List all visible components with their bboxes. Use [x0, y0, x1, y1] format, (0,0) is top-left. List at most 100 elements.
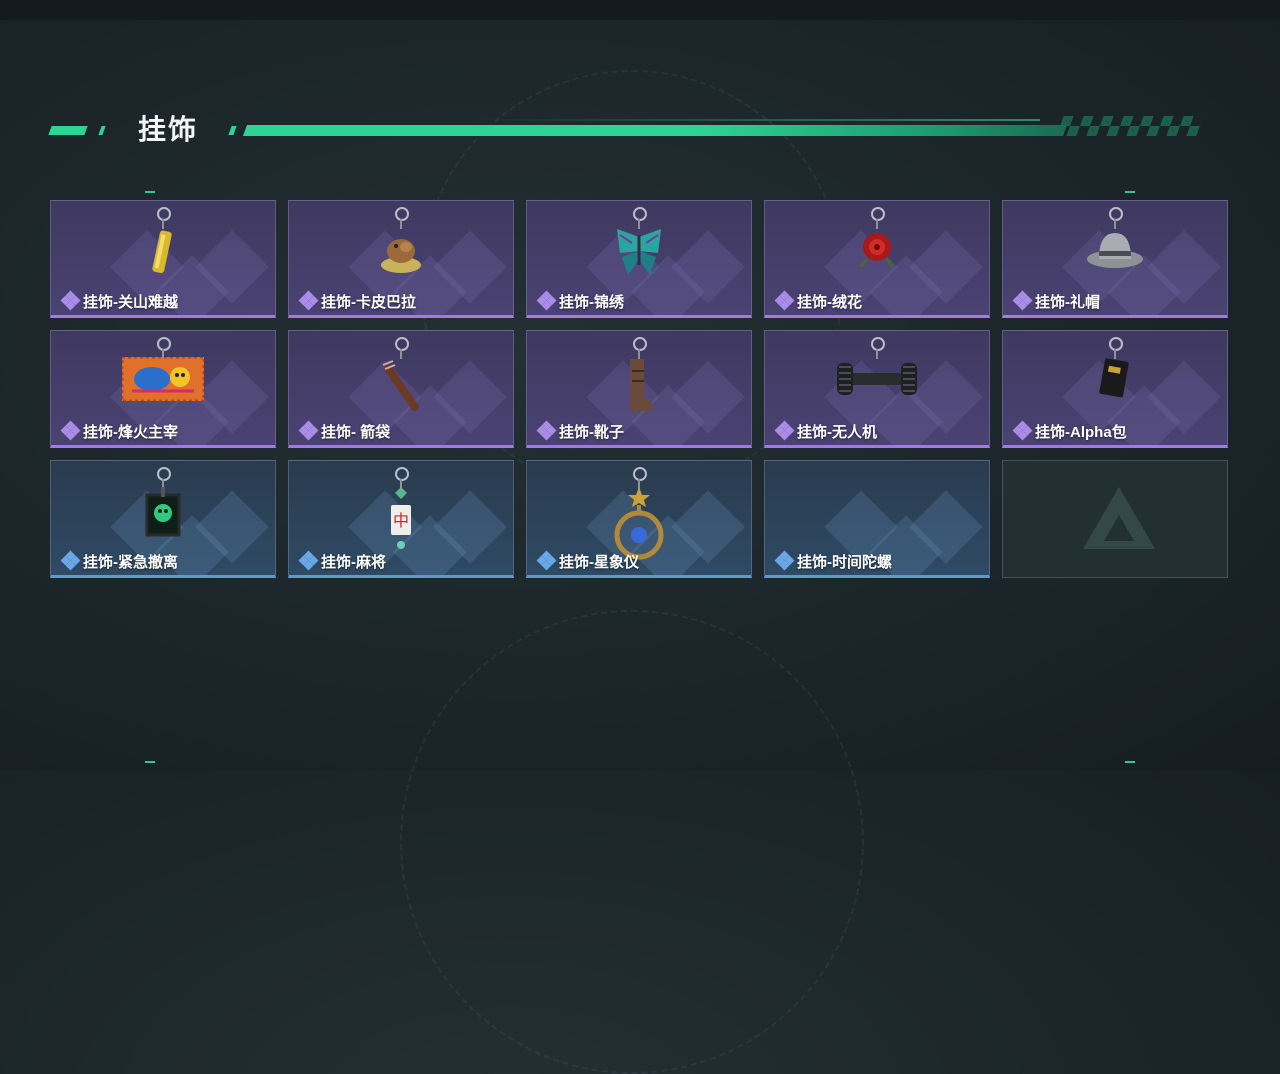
charm-card[interactable]: 挂饰- 箭袋 — [288, 330, 514, 448]
rarity-diamond-icon — [774, 290, 795, 311]
charm-card[interactable]: 中挂饰-麻将 — [288, 460, 514, 578]
charm-card[interactable]: 挂饰-无人机 — [764, 330, 990, 448]
charm-name: 挂饰- 箭袋 — [321, 423, 391, 441]
rarity-diamond-icon — [298, 550, 319, 571]
card-label: 挂饰-绒花 — [774, 290, 862, 311]
corner-mark-bottom-left — [145, 761, 155, 763]
charm-name: 挂饰-Alpha包 — [1035, 423, 1127, 441]
charm-name: 挂饰-时间陀螺 — [797, 553, 892, 571]
card-label: 挂饰-靴子 — [536, 420, 624, 441]
rarity-diamond-icon — [774, 550, 795, 571]
boot-charm-icon — [594, 337, 684, 423]
card-label: 挂饰-关山难越 — [60, 290, 178, 311]
charm-ring — [157, 337, 171, 351]
section-header: 挂饰 — [48, 108, 1210, 148]
alpha-pack-charm-icon — [1070, 337, 1160, 423]
graffiti-banner-charm-icon — [118, 337, 208, 423]
header-accent-tick — [98, 126, 106, 135]
rarity-diamond-icon — [536, 550, 557, 571]
charm-object — [143, 487, 183, 542]
charm-card[interactable]: 挂饰-卡皮巴拉 — [288, 200, 514, 318]
charm-object — [835, 357, 919, 406]
charm-card[interactable]: 挂饰-紧急撤离 — [50, 460, 276, 578]
butterfly-charm-icon — [594, 207, 684, 293]
charm-ring — [157, 207, 171, 221]
charm-name: 挂饰-星象仪 — [559, 553, 639, 571]
rarity-diamond-icon — [774, 420, 795, 441]
drone-charm-icon — [832, 337, 922, 423]
charm-name: 挂饰-礼帽 — [1035, 293, 1100, 311]
svg-text:中: 中 — [393, 511, 409, 530]
corner-mark-top-left — [145, 191, 155, 193]
card-label: 挂饰-Alpha包 — [1012, 420, 1127, 441]
card-label: 挂饰- 箭袋 — [298, 420, 391, 441]
charm-object — [624, 357, 654, 418]
header-thin-line — [470, 119, 1040, 121]
charm-ring — [1109, 337, 1123, 351]
charm-name: 挂饰-烽火主宰 — [83, 423, 178, 441]
rose-charm-icon — [832, 207, 922, 293]
charm-name: 挂饰-绒花 — [797, 293, 862, 311]
charm-card[interactable]: 挂饰-星象仪 — [526, 460, 752, 578]
rarity-diamond-icon — [298, 420, 319, 441]
section-title: 挂饰 — [138, 114, 199, 145]
charm-ring — [633, 467, 647, 481]
capybara-charm-icon — [356, 207, 446, 293]
charm-name: 挂饰-靴子 — [559, 423, 624, 441]
hat-charm-icon — [1070, 207, 1160, 293]
rarity-diamond-icon — [60, 290, 81, 311]
background-circle-lower — [400, 610, 864, 1074]
rarity-diamond-icon — [536, 420, 557, 441]
charm-ring — [633, 337, 647, 351]
charm-grid: 挂饰-关山难越 挂饰-卡皮巴拉 挂饰-锦绣 挂饰-绒花 挂饰-礼帽挂饰-烽火主宰 挂饰- … — [50, 200, 1230, 580]
charm-name: 挂饰-卡皮巴拉 — [321, 293, 416, 311]
rarity-diamond-icon — [1012, 420, 1033, 441]
rarity-diamond-icon — [536, 290, 557, 311]
card-label: 挂饰-无人机 — [774, 420, 877, 441]
rarity-diamond-icon — [60, 550, 81, 571]
charm-name: 挂饰-麻将 — [321, 553, 386, 571]
charm-card[interactable]: 挂饰-Alpha包 — [1002, 330, 1228, 448]
rarity-diamond-icon — [60, 420, 81, 441]
corner-mark-top-right — [1125, 191, 1135, 193]
charm-ring — [871, 207, 885, 221]
charm-card[interactable]: 挂饰-礼帽 — [1002, 200, 1228, 318]
charm-card[interactable]: 挂饰-关山难越 — [50, 200, 276, 318]
empty-slot[interactable] — [1002, 460, 1228, 578]
astrolabe-charm-icon — [594, 467, 684, 560]
header-progress-line — [242, 125, 1068, 136]
charm-ring — [395, 207, 409, 221]
card-label: 挂饰-星象仪 — [536, 550, 639, 571]
charm-card[interactable]: 挂饰-靴子 — [526, 330, 752, 448]
card-label: 挂饰-礼帽 — [1012, 290, 1100, 311]
charm-object — [1085, 227, 1145, 274]
gold-cylinder-charm-icon — [118, 207, 208, 293]
charm-name: 挂饰-紧急撤离 — [83, 553, 178, 571]
charm-ring — [395, 467, 409, 481]
card-label: 挂饰-时间陀螺 — [774, 550, 892, 571]
card-label: 挂饰-麻将 — [298, 550, 386, 571]
rarity-diamond-icon — [1012, 290, 1033, 311]
card-label: 挂饰-锦绣 — [536, 290, 624, 311]
game-logo-cutout — [1104, 515, 1134, 541]
charm-object — [1099, 357, 1131, 404]
charm-object — [376, 227, 426, 282]
charm-card[interactable]: 挂饰-烽火主宰 — [50, 330, 276, 448]
charm-object — [612, 227, 666, 282]
top-bar — [0, 0, 1280, 20]
emergency-exit-charm-icon — [118, 467, 208, 553]
charm-name: 挂饰-无人机 — [797, 423, 877, 441]
mahjong-tile-charm-icon: 中 — [356, 467, 446, 553]
charm-object — [371, 357, 431, 422]
charm-ring — [633, 207, 647, 221]
charm-card[interactable]: 挂饰-绒花 — [764, 200, 990, 318]
charm-card[interactable]: 挂饰-时间陀螺 — [764, 460, 990, 578]
charm-ring — [1109, 207, 1123, 221]
header-checker-pattern — [1046, 116, 1204, 136]
card-label: 挂饰-烽火主宰 — [60, 420, 178, 441]
rarity-diamond-icon — [298, 290, 319, 311]
charm-object: 中 — [386, 487, 416, 562]
charm-card[interactable]: 挂饰-锦绣 — [526, 200, 752, 318]
header-accent-bar — [48, 126, 88, 135]
charm-name: 挂饰-锦绣 — [559, 293, 624, 311]
